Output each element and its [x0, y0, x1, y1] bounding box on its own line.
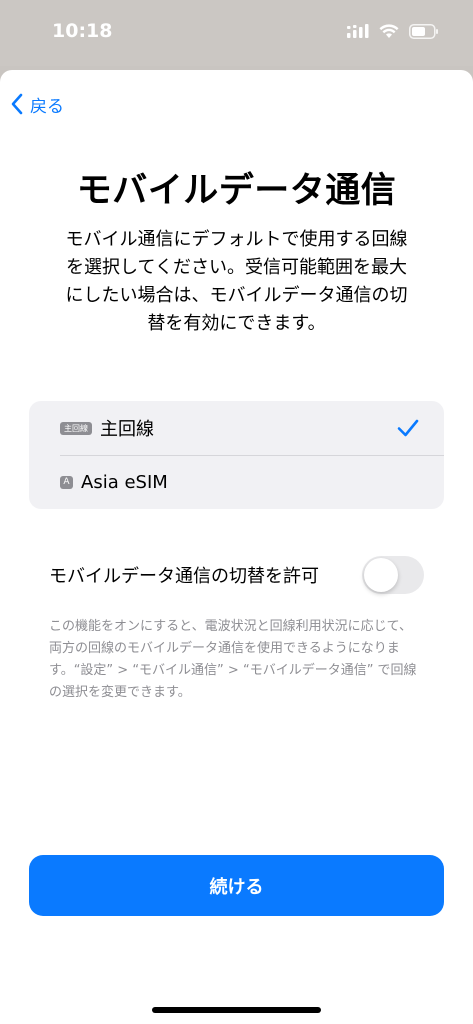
toggle-knob	[364, 558, 398, 592]
sim-badge-primary: 主回線	[60, 421, 92, 435]
footnote: この機能をオンにすると、電波状況と回線利用状況に応じて、両方の回線のモバイルデー…	[49, 619, 417, 700]
page-title: モバイルデータ通信	[76, 171, 397, 211]
status-icons	[347, 20, 439, 42]
data-switching-row: モバイルデータ通信の切替を許可	[49, 555, 424, 595]
wifi-icon	[379, 23, 399, 38]
sim-list: 主回線 主回線 A Asia eSIM	[29, 401, 444, 509]
sim-label: 主回線	[100, 419, 154, 440]
description: モバイル通信にデフォルトで使用する回線を選択してください。受信可能範囲を最大にし…	[65, 229, 408, 334]
status-time: 10:18	[52, 20, 113, 42]
battery-icon	[409, 23, 438, 39]
checkmark-icon	[397, 419, 419, 437]
back-button[interactable]: 戻る	[10, 90, 64, 118]
sheet: 戻る モバイルデータ通信 モバイル通信にデフォルトで使用する回線を選択してくださ…	[0, 70, 473, 1024]
sim-option-asia-esim[interactable]: A Asia eSIM	[29, 455, 444, 509]
status-bar: 10:18	[0, 0, 473, 66]
chevron-left-icon	[11, 93, 23, 115]
data-switching-label: モバイルデータ通信の切替を許可	[49, 566, 319, 587]
back-label: 戻る	[30, 96, 64, 117]
sim-label: Asia eSIM	[81, 471, 168, 493]
home-indicator	[152, 1007, 321, 1013]
signal-icon	[347, 24, 369, 38]
data-switching-toggle[interactable]	[362, 556, 424, 594]
continue-button[interactable]: 続ける	[29, 855, 444, 916]
sim-badge-a: A	[60, 475, 73, 489]
sim-option-primary[interactable]: 主回線 主回線	[29, 401, 444, 455]
